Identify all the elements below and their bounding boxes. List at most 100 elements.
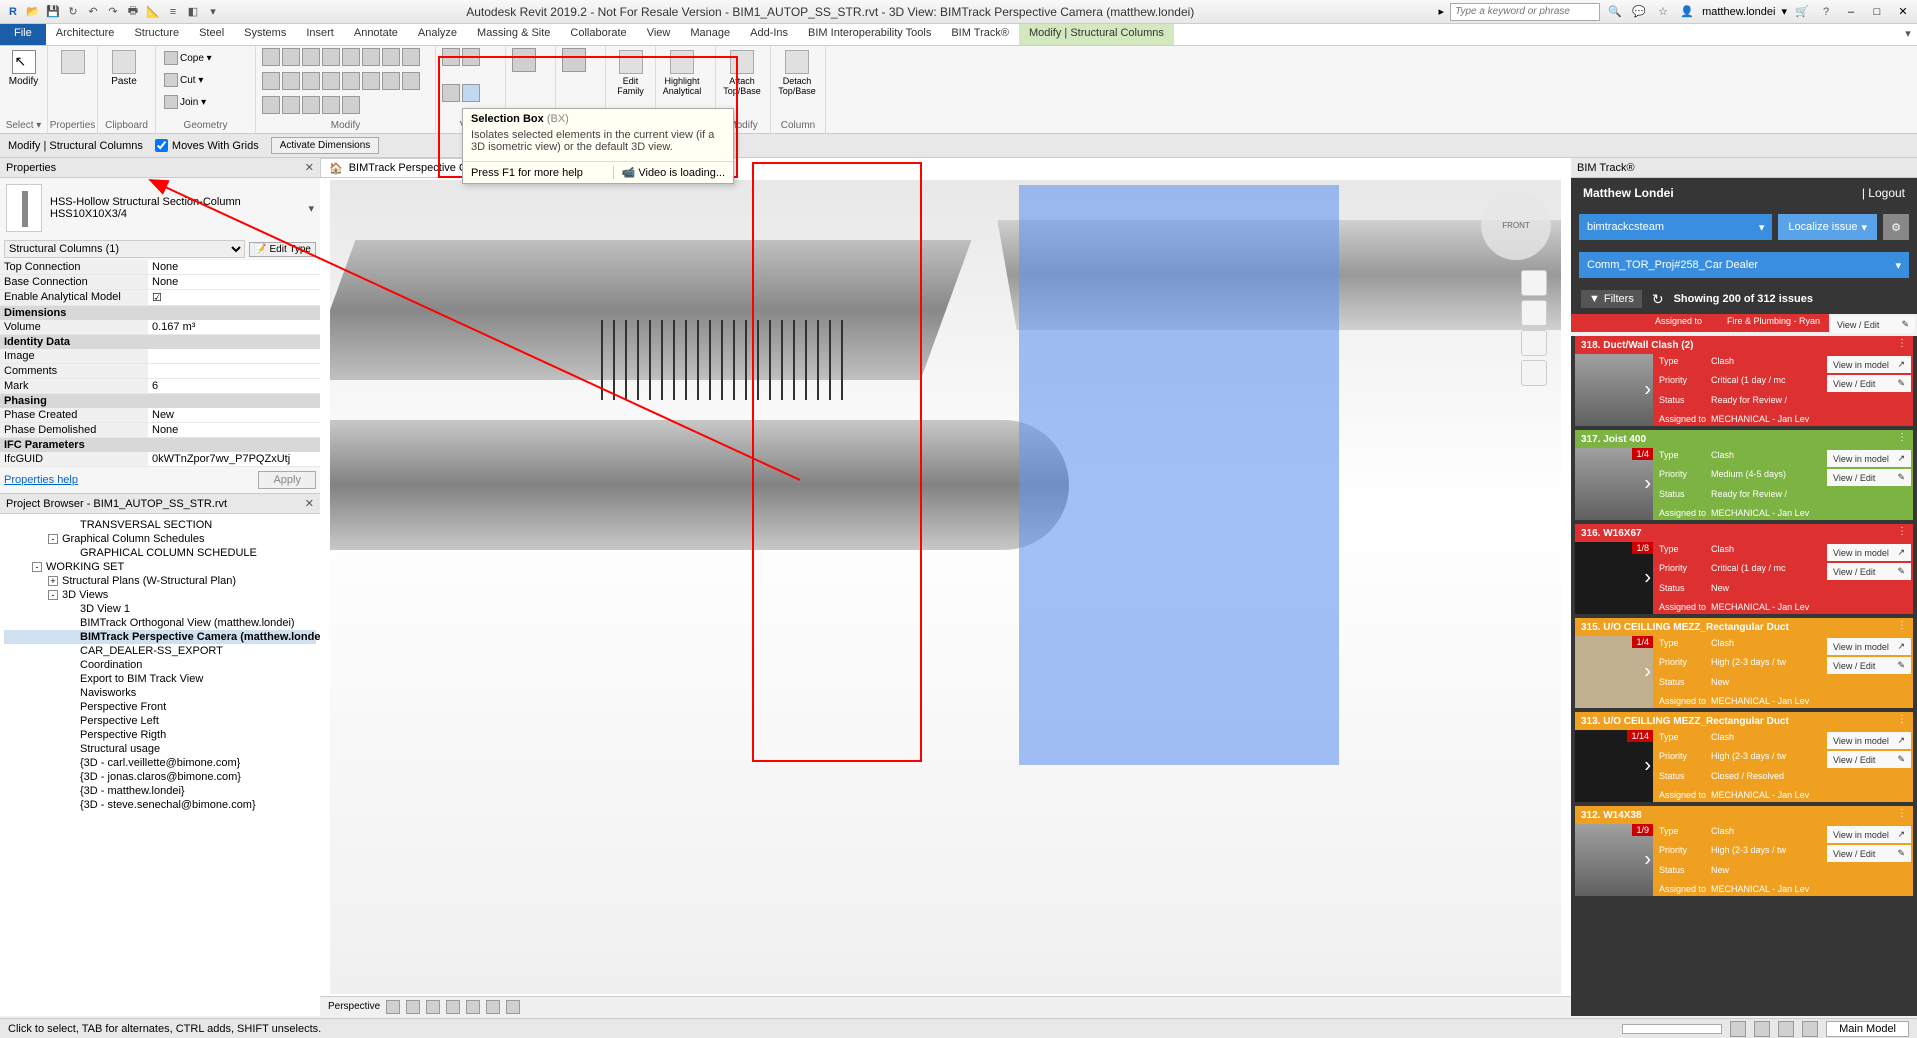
issue-menu-icon[interactable]: ⋮ [1897, 620, 1907, 631]
view-crop-icon[interactable] [466, 1000, 480, 1014]
highlight-analytical-button[interactable]: Highlight Analytical [662, 48, 702, 98]
user-name[interactable]: matthew.londei [1702, 6, 1775, 18]
measure-tool-icon[interactable] [512, 48, 536, 72]
maximize-button[interactable]: □ [1867, 3, 1887, 21]
measure-icon[interactable]: 📐 [144, 3, 162, 21]
3d-viewport[interactable]: FRONT [330, 180, 1561, 994]
save-icon[interactable]: 💾 [44, 3, 62, 21]
file-tab[interactable]: File [0, 24, 46, 45]
view-edit-button[interactable]: View / Edit✎ [1827, 845, 1911, 862]
category-selector[interactable]: Structural Columns (1) [4, 240, 245, 258]
view-detail-icon[interactable] [386, 1000, 400, 1014]
bim-logout-link[interactable]: Logout [1868, 186, 1905, 200]
view-in-model-button[interactable]: View in model↗ [1827, 450, 1911, 467]
bim-settings-icon[interactable]: ⚙ [1883, 214, 1909, 240]
nav-pan-icon[interactable] [1521, 300, 1547, 326]
chevron-right-icon[interactable]: › [1644, 755, 1651, 778]
tab-collaborate[interactable]: Collaborate [560, 24, 636, 45]
tree-item[interactable]: BIMTrack Orthogonal View (matthew.londei… [4, 616, 316, 630]
property-value[interactable]: ☑ [148, 290, 320, 305]
exchange-icon[interactable]: 🛒 [1793, 3, 1811, 21]
view-tool-icon[interactable] [442, 84, 460, 102]
tab-architecture[interactable]: Architecture [46, 24, 125, 45]
modify-tool-icon[interactable] [322, 96, 340, 114]
bim-hub-dropdown[interactable]: bimtrackcsteam▾ [1579, 214, 1772, 240]
open-icon[interactable]: 📂 [24, 3, 42, 21]
info-center-arrow[interactable]: ▸ [1439, 5, 1445, 18]
modify-tool-icon[interactable] [282, 96, 300, 114]
chevron-right-icon[interactable]: › [1644, 567, 1651, 590]
tree-item[interactable]: -WORKING SET [4, 560, 316, 574]
issue-menu-icon[interactable]: ⋮ [1897, 526, 1907, 537]
view-in-model-button[interactable]: View in model↗ [1827, 638, 1911, 655]
issue-view-edit-button[interactable]: View / Edit✎ [1831, 316, 1915, 333]
properties-close-icon[interactable]: ✕ [305, 161, 314, 174]
issue-thumbnail[interactable]: 1/14› [1575, 730, 1653, 802]
attach-button[interactable]: Attach Top/Base [722, 48, 762, 98]
minimize-button[interactable]: – [1841, 3, 1861, 21]
property-value[interactable] [148, 349, 320, 363]
modify-tool-icon[interactable] [302, 96, 320, 114]
tab-annotate[interactable]: Annotate [344, 24, 408, 45]
tree-item[interactable]: Perspective Front [4, 700, 316, 714]
issue-menu-icon[interactable]: ⋮ [1897, 432, 1907, 443]
tree-item[interactable]: Structural usage [4, 742, 316, 756]
view-sun-icon[interactable] [426, 1000, 440, 1014]
issue-body[interactable]: TypeClash PriorityHigh (2-3 days / tw St… [1653, 636, 1825, 708]
edit-type-button[interactable]: 📝 Edit Type [249, 242, 316, 257]
modify-tool-icon[interactable] [382, 72, 400, 90]
issue-menu-icon[interactable]: ⋮ [1897, 338, 1907, 349]
view-in-model-button[interactable]: View in model↗ [1827, 356, 1911, 373]
refresh-icon[interactable]: ↻ [1652, 291, 1664, 308]
type-selector[interactable]: HSS-Hollow Structural Section-Column HSS… [50, 196, 300, 220]
issue-body[interactable]: TypeClash PriorityHigh (2-3 days / tw St… [1653, 824, 1825, 896]
tree-toggle-icon[interactable]: - [32, 562, 42, 572]
view-edit-button[interactable]: View / Edit✎ [1827, 469, 1911, 486]
property-value[interactable] [148, 364, 320, 378]
main-model-label[interactable]: Main Model [1826, 1021, 1909, 1037]
type-dropdown-icon[interactable]: ▾ [308, 202, 314, 215]
issue-thumbnail[interactable]: 1/9› [1575, 824, 1653, 896]
modify-button[interactable]: ↖Modify [6, 48, 41, 89]
property-row[interactable]: Comments [0, 364, 320, 379]
modify-tool-icon[interactable] [382, 48, 400, 66]
tree-item[interactable]: 3D View 1 [4, 602, 316, 616]
property-value[interactable]: None [148, 275, 320, 289]
tree-item[interactable]: {3D - jonas.claros@bimone.com} [4, 770, 316, 784]
issue-menu-icon[interactable]: ⋮ [1897, 808, 1907, 819]
modify-tool-icon[interactable] [362, 72, 380, 90]
selected-column[interactable] [1019, 185, 1339, 765]
modify-tool-icon[interactable] [342, 96, 360, 114]
property-row[interactable]: IfcGUID0kWTnZpor7wv_P7PQZxUtj [0, 452, 320, 467]
undo-icon[interactable]: ↶ [84, 3, 102, 21]
view-cube[interactable]: FRONT [1481, 190, 1551, 260]
tab-insert[interactable]: Insert [296, 24, 344, 45]
view-edit-button[interactable]: View / Edit✎ [1827, 375, 1911, 392]
property-row[interactable]: Volume0.167 m³ [0, 320, 320, 335]
tree-toggle-icon[interactable]: + [48, 576, 58, 586]
nav-orbit-icon[interactable] [1521, 360, 1547, 386]
view-scale[interactable]: Perspective [328, 1001, 380, 1012]
tree-item[interactable]: {3D - carl.veillette@bimone.com} [4, 756, 316, 770]
properties-help-link[interactable]: Properties help [4, 474, 78, 486]
user-icon[interactable]: 👤 [1678, 3, 1696, 21]
tree-item[interactable]: CAR_DEALER-SS_EXPORT [4, 644, 316, 658]
nav-wheel-icon[interactable] [1521, 270, 1547, 296]
close-hidden-icon[interactable]: ◧ [184, 3, 202, 21]
property-value[interactable]: None [148, 260, 320, 274]
view-in-model-button[interactable]: View in model↗ [1827, 732, 1911, 749]
tree-item[interactable]: Navisworks [4, 686, 316, 700]
user-dropdown[interactable]: ▾ [1781, 5, 1787, 18]
chevron-right-icon[interactable]: › [1644, 661, 1651, 684]
status-icon[interactable] [1778, 1021, 1794, 1037]
cut-button[interactable]: Cut ▾ [162, 70, 222, 90]
view-shadow-icon[interactable] [446, 1000, 460, 1014]
tab-bim-interop[interactable]: BIM Interoperability Tools [798, 24, 941, 45]
tree-item[interactable]: -3D Views [4, 588, 316, 602]
property-value[interactable]: New [148, 408, 320, 422]
localize-issue-button[interactable]: Localize issue ▾ [1778, 214, 1877, 240]
issue-body[interactable]: TypeClash PriorityHigh (2-3 days / tw St… [1653, 730, 1825, 802]
signin-icon[interactable]: ☆ [1654, 3, 1672, 21]
tree-item[interactable]: TRANSVERSAL SECTION [4, 518, 316, 532]
tab-structure[interactable]: Structure [124, 24, 189, 45]
